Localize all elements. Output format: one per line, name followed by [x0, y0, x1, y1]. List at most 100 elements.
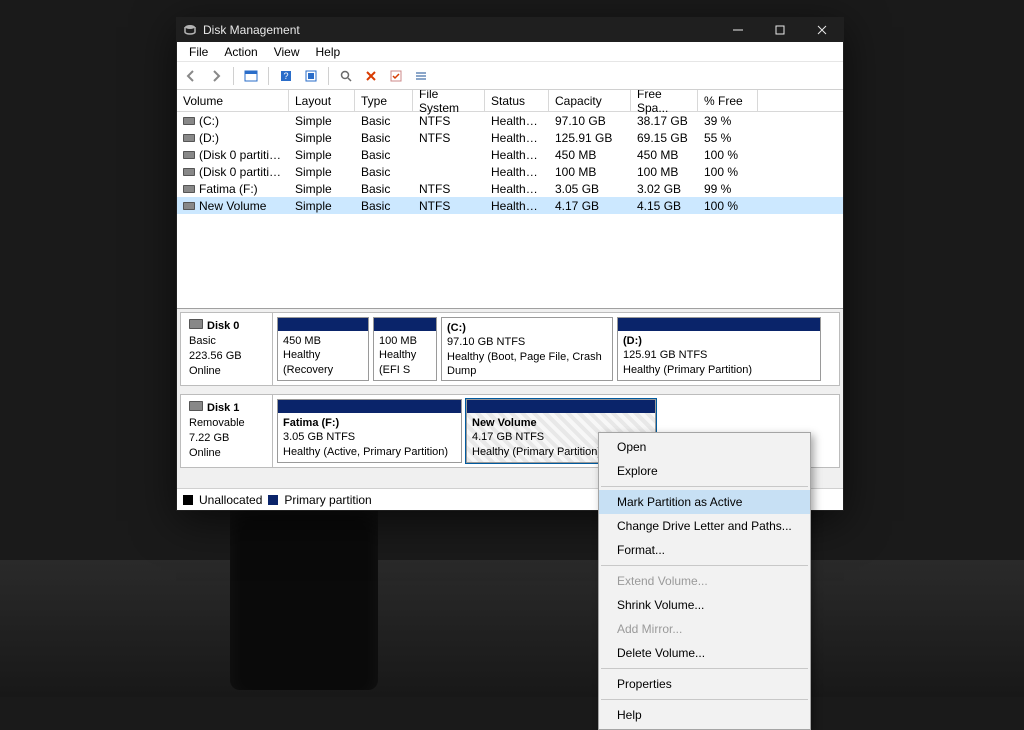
- legend-unallocated: Unallocated: [199, 493, 262, 507]
- menu-item[interactable]: Format...: [599, 538, 810, 562]
- cell-typ: Basic: [355, 199, 413, 213]
- app-icon: [183, 23, 197, 37]
- menu-file[interactable]: File: [181, 43, 216, 61]
- partition-label: (D:)125.91 GB NTFSHealthy (Primary Parti…: [618, 331, 820, 380]
- partition[interactable]: 100 MBHealthy (EFI S: [373, 317, 437, 381]
- help-icon[interactable]: ?: [276, 66, 296, 86]
- volume-row[interactable]: New VolumeSimpleBasicNTFSHealthy (P...4.…: [177, 197, 843, 214]
- menu-item[interactable]: Change Drive Letter and Paths...: [599, 514, 810, 538]
- volume-icon: [183, 117, 195, 125]
- volume-icon: [183, 202, 195, 210]
- column-headers[interactable]: Volume Layout Type File System Status Ca…: [177, 90, 843, 112]
- menu-item[interactable]: Shrink Volume...: [599, 593, 810, 617]
- disk-info: Disk 0Basic223.56 GBOnline: [181, 313, 273, 385]
- volume-icon: [183, 168, 195, 176]
- cell-lay: Simple: [289, 199, 355, 213]
- volume-icon: [183, 151, 195, 159]
- cell-typ: Basic: [355, 165, 413, 179]
- cell-vol: (Disk 0 partition 1): [177, 148, 289, 162]
- menu-action[interactable]: Action: [216, 43, 265, 61]
- menu-item[interactable]: Help: [599, 703, 810, 727]
- legend-swatch-unallocated: [183, 495, 193, 505]
- cell-typ: Basic: [355, 182, 413, 196]
- volume-row[interactable]: (Disk 0 partition 2)SimpleBasic Healthy (…: [177, 163, 843, 180]
- partition-bar: [278, 318, 368, 331]
- cell-lay: Simple: [289, 114, 355, 128]
- cell-fs: NTFS: [413, 182, 485, 196]
- partition-bar: [278, 400, 461, 413]
- svg-text:?: ?: [283, 71, 288, 81]
- volume-row[interactable]: (C:)SimpleBasicNTFSHealthy (B...97.10 GB…: [177, 112, 843, 129]
- cell-free: 3.02 GB: [631, 182, 698, 196]
- cell-vol: New Volume: [177, 199, 289, 213]
- cell-cap: 97.10 GB: [549, 114, 631, 128]
- menu-separator: [601, 565, 808, 566]
- menu-separator: [601, 486, 808, 487]
- cell-typ: Basic: [355, 114, 413, 128]
- cell-fs: NTFS: [413, 199, 485, 213]
- menu-view[interactable]: View: [266, 43, 308, 61]
- check-icon[interactable]: [386, 66, 406, 86]
- volume-list[interactable]: Volume Layout Type File System Status Ca…: [177, 90, 843, 309]
- disk-icon: [189, 319, 203, 329]
- menu-item[interactable]: Properties: [599, 672, 810, 696]
- partition[interactable]: Fatima (F:)3.05 GB NTFSHealthy (Active, …: [277, 399, 462, 463]
- context-menu[interactable]: OpenExplore Mark Partition as ActiveChang…: [598, 432, 811, 730]
- partition[interactable]: (C:)97.10 GB NTFSHealthy (Boot, Page Fil…: [441, 317, 613, 381]
- cell-lay: Simple: [289, 148, 355, 162]
- menu-item[interactable]: Explore: [599, 459, 810, 483]
- legend-swatch-primary: [268, 495, 278, 505]
- partition[interactable]: 450 MBHealthy (Recovery: [277, 317, 369, 381]
- list-icon[interactable]: [411, 66, 431, 86]
- volume-row[interactable]: (D:)SimpleBasicNTFSHealthy (P...125.91 G…: [177, 129, 843, 146]
- minimize-button[interactable]: [717, 18, 759, 42]
- header-type[interactable]: Type: [355, 90, 413, 111]
- cell-lay: Simple: [289, 182, 355, 196]
- disk-info: Disk 1Removable7.22 GBOnline: [181, 395, 273, 467]
- window-title: Disk Management: [203, 23, 717, 37]
- menu-item[interactable]: Delete Volume...: [599, 641, 810, 665]
- cell-pfree: 39 %: [698, 114, 758, 128]
- header-pctfree[interactable]: % Free: [698, 90, 758, 111]
- close-button[interactable]: [801, 18, 843, 42]
- menu-item[interactable]: Mark Partition as Active: [599, 490, 810, 514]
- toolbar: ?: [177, 62, 843, 90]
- cell-stat: Healthy (E...: [485, 165, 549, 179]
- partition-label: 100 MBHealthy (EFI S: [374, 331, 436, 380]
- delete-icon[interactable]: [361, 66, 381, 86]
- partition-label: Fatima (F:)3.05 GB NTFSHealthy (Active, …: [278, 413, 461, 462]
- menu-item: Add Mirror...: [599, 617, 810, 641]
- menu-separator: [601, 668, 808, 669]
- titlebar[interactable]: Disk Management: [177, 18, 843, 42]
- cell-stat: Healthy (P...: [485, 131, 549, 145]
- properties-icon[interactable]: [241, 66, 261, 86]
- volume-row[interactable]: (Disk 0 partition 1)SimpleBasicHealthy (…: [177, 146, 843, 163]
- search-icon[interactable]: [336, 66, 356, 86]
- volume-row[interactable]: Fatima (F:)SimpleBasicNTFSHealthy (A...3…: [177, 180, 843, 197]
- cell-cap: 450 MB: [549, 148, 631, 162]
- legend-primary: Primary partition: [284, 493, 371, 507]
- header-freespace[interactable]: Free Spa...: [631, 90, 698, 111]
- header-volume[interactable]: Volume: [177, 90, 289, 111]
- refresh-icon[interactable]: [301, 66, 321, 86]
- maximize-button[interactable]: [759, 18, 801, 42]
- cell-fs: NTFS: [413, 114, 485, 128]
- cell-lay: Simple: [289, 165, 355, 179]
- header-capacity[interactable]: Capacity: [549, 90, 631, 111]
- disk-block[interactable]: Disk 0Basic223.56 GBOnline450 MBHealthy …: [180, 312, 840, 386]
- cell-stat: Healthy (A...: [485, 182, 549, 196]
- cell-vol: (Disk 0 partition 2): [177, 165, 289, 179]
- header-layout[interactable]: Layout: [289, 90, 355, 111]
- header-filesystem[interactable]: File System: [413, 90, 485, 111]
- back-button[interactable]: [181, 66, 201, 86]
- menu-item[interactable]: Open: [599, 435, 810, 459]
- volume-icon: [183, 134, 195, 142]
- partition[interactable]: (D:)125.91 GB NTFSHealthy (Primary Parti…: [617, 317, 821, 381]
- cell-lay: Simple: [289, 131, 355, 145]
- menu-help[interactable]: Help: [308, 43, 349, 61]
- header-status[interactable]: Status: [485, 90, 549, 111]
- cell-pfree: 55 %: [698, 131, 758, 145]
- cell-stat: Healthy (B...: [485, 114, 549, 128]
- menubar: File Action View Help: [177, 42, 843, 62]
- forward-button[interactable]: [206, 66, 226, 86]
